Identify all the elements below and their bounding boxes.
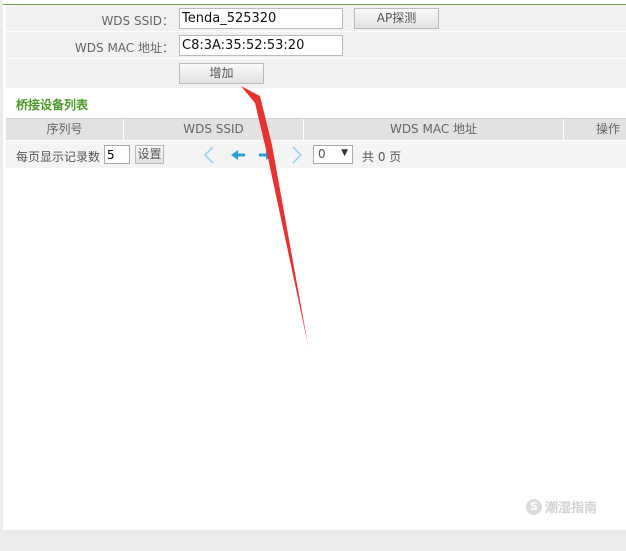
- ssid-row: WDS SSID： AP探测: [6, 5, 626, 32]
- next-page-icon[interactable]: [256, 145, 276, 165]
- bridge-list-title: 桥接设备列表: [16, 98, 89, 112]
- watermark-text: 潮湿指南: [545, 501, 598, 516]
- mac-row: WDS MAC 地址：: [6, 32, 626, 59]
- watermark: S 潮湿指南: [526, 497, 606, 519]
- column-header-ssid: WDS SSID: [124, 119, 304, 140]
- first-page-icon[interactable]: [200, 145, 220, 165]
- last-page-icon[interactable]: [286, 145, 306, 165]
- ssid-input[interactable]: [179, 8, 343, 29]
- prev-page-icon[interactable]: [228, 145, 248, 165]
- ap-scan-button[interactable]: AP探测: [354, 8, 439, 29]
- page-select[interactable]: 0 ▼: [313, 145, 353, 164]
- chevron-down-icon: ▼: [341, 148, 348, 158]
- mac-input[interactable]: [179, 35, 343, 56]
- add-row: 增加: [6, 59, 626, 89]
- add-button[interactable]: 增加: [179, 63, 264, 84]
- page-select-value: 0: [318, 147, 326, 161]
- bridge-table-header: 序列号 WDS SSID WDS MAC 地址 操作: [6, 118, 626, 140]
- pagination-bar: 每页显示记录数 设置 0 ▼ 共 0 页: [6, 141, 626, 168]
- set-per-page-button[interactable]: 设置: [135, 145, 164, 164]
- ssid-label: WDS SSID：: [101, 14, 174, 28]
- wds-settings-panel: WDS SSID： AP探测 WDS MAC 地址： 增加 桥接设备列表 序列号…: [3, 0, 626, 530]
- column-header-index: 序列号: [6, 119, 124, 140]
- per-page-label: 每页显示记录数: [16, 150, 101, 164]
- column-header-action: 操作: [595, 122, 620, 136]
- mac-label: WDS MAC 地址：: [74, 41, 174, 55]
- watermark-logo-icon: S: [526, 498, 542, 515]
- page-total: 共 0 页: [362, 150, 402, 164]
- column-header-mac: WDS MAC 地址: [304, 119, 564, 140]
- per-page-input[interactable]: [104, 145, 130, 164]
